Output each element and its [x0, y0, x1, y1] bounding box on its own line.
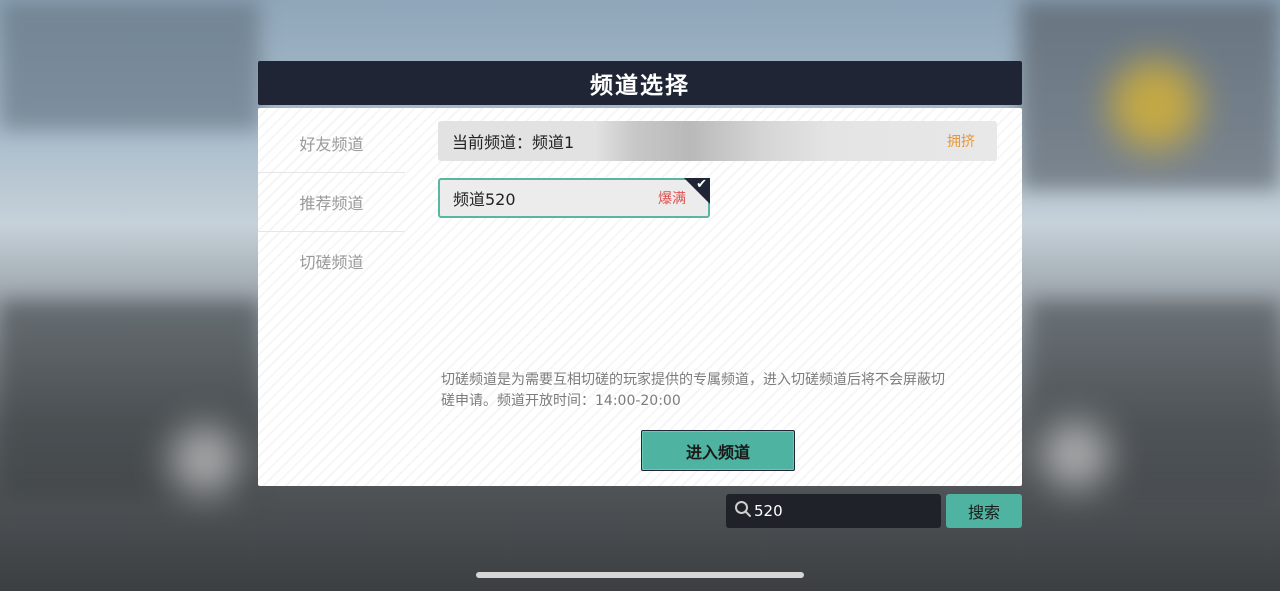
background-light: [1110, 60, 1200, 150]
channel-status: 爆满: [658, 191, 686, 207]
sidebar-item-label: 好友频道: [299, 135, 364, 154]
current-channel-bar: 当前频道：频道1 拥挤: [438, 121, 997, 161]
current-channel-status: 拥挤: [947, 134, 975, 150]
current-channel-label: 当前频道：频道1: [452, 133, 575, 152]
search-icon: [734, 500, 752, 523]
sidebar-item-friends[interactable]: 好友频道: [258, 114, 405, 173]
sidebar-item-recommended[interactable]: 推荐频道: [258, 173, 405, 232]
search-button[interactable]: 搜索: [946, 494, 1022, 528]
checkmark-icon: ✔: [696, 177, 707, 192]
background-building: [0, 0, 260, 130]
channel-category-sidebar: 好友频道 推荐频道 切磋频道: [258, 114, 405, 290]
channel-search-box: ✕: [726, 494, 961, 528]
channel-name: 频道520: [453, 190, 516, 209]
channel-description: 切磋频道是为需要互相切磋的玩家提供的专属频道，进入切磋频道后将不会屏蔽切 磋申请…: [441, 370, 1001, 412]
sidebar-item-label: 切磋频道: [299, 253, 364, 272]
channel-card-520[interactable]: 频道520 爆满 ✔: [438, 177, 710, 218]
search-input[interactable]: [752, 502, 948, 520]
search-icon-svg: [735, 500, 751, 517]
dialog-title: 频道选择: [590, 73, 690, 99]
enter-channel-button[interactable]: 进入频道: [641, 430, 795, 471]
dialog-header: 频道选择: [258, 61, 1022, 105]
background-button: [170, 425, 240, 495]
sidebar-item-sparring[interactable]: 切磋频道: [258, 232, 405, 290]
channel-dialog: 好友频道 推荐频道 切磋频道 当前频道：频道1 拥挤 频道520 爆满 ✔ 切磋…: [258, 108, 1022, 486]
sidebar-item-label: 推荐频道: [299, 194, 364, 213]
description-line: 切磋频道是为需要互相切磋的玩家提供的专属频道，进入切磋频道后将不会屏蔽切: [441, 372, 945, 388]
background-button: [1040, 420, 1110, 490]
description-line: 磋申请。频道开放时间：14:00-20:00: [441, 393, 681, 409]
home-indicator[interactable]: [476, 572, 804, 578]
